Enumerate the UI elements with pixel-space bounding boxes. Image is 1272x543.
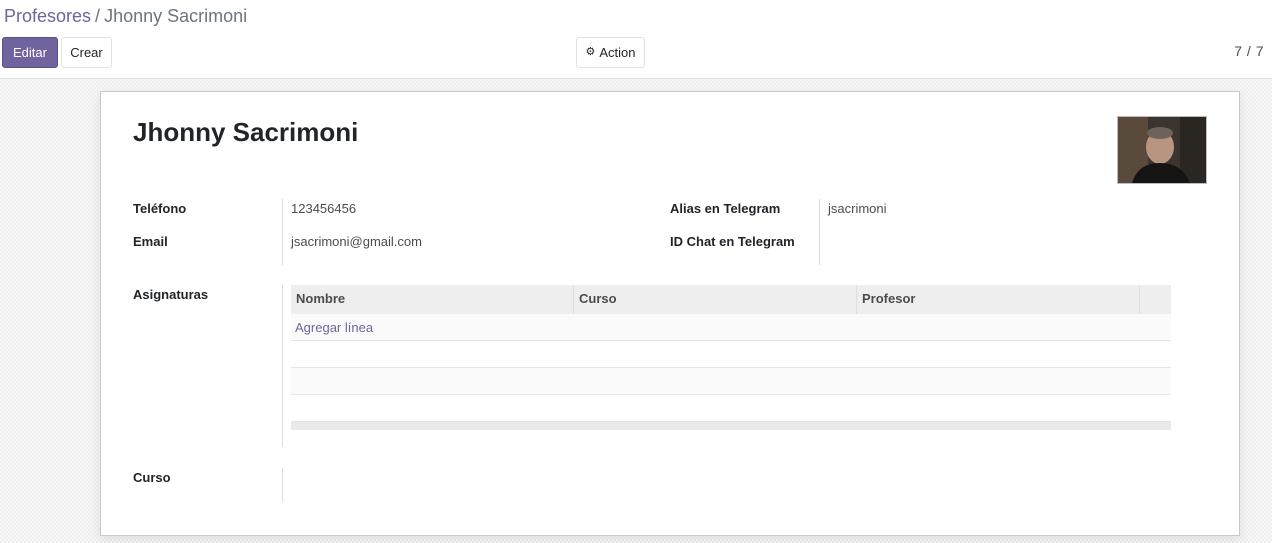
table-row	[291, 368, 1171, 395]
column-header-actions	[1140, 285, 1171, 314]
table-header: Nombre Curso Profesor	[291, 285, 1171, 314]
create-button[interactable]: Crear	[61, 37, 112, 68]
create-button-label: Crear	[70, 45, 103, 60]
field-divider	[282, 468, 283, 502]
gear-icon: ⚙	[585, 46, 596, 58]
email-label: Email	[133, 234, 168, 249]
curso-label: Curso	[133, 470, 171, 485]
form-view-area: Jhonny Sacrimoni Teléfono 123456456 Emai…	[0, 79, 1272, 543]
pager-value[interactable]: 7 / 7	[1234, 43, 1264, 59]
action-button-label: Action	[599, 45, 636, 60]
breadcrumb-parent-link[interactable]: Profesores	[4, 6, 91, 26]
field-divider	[282, 285, 283, 447]
avatar[interactable]	[1117, 116, 1207, 184]
telefono-value: 123456456	[291, 201, 357, 216]
table-row	[291, 395, 1171, 422]
telefono-label: Teléfono	[133, 201, 187, 216]
column-header-curso[interactable]: Curso	[574, 285, 857, 314]
email-value[interactable]: jsacrimoni@gmail.com	[291, 234, 422, 249]
table-footer	[291, 422, 1171, 430]
breadcrumb-separator: /	[95, 6, 101, 26]
alias-telegram-label: Alias en Telegram	[670, 201, 781, 216]
table-row	[291, 341, 1171, 368]
edit-button-label: Editar	[13, 45, 47, 60]
breadcrumb-current: Jhonny Sacrimoni	[104, 6, 248, 26]
alias-telegram-value: jsacrimoni	[828, 201, 887, 216]
asignaturas-table: Nombre Curso Profesor Agregar línea	[291, 285, 1171, 430]
record-title: Jhonny Sacrimoni	[133, 117, 359, 147]
field-divider	[282, 199, 283, 265]
control-panel: Profesores / Jhonny Sacrimoni Editar Crear…	[0, 0, 1272, 79]
column-header-profesor[interactable]: Profesor	[857, 285, 1140, 314]
table-row: Agregar línea	[291, 314, 1171, 341]
edit-button[interactable]: Editar	[2, 37, 58, 68]
breadcrumb: Profesores / Jhonny Sacrimoni	[4, 6, 247, 27]
field-divider	[819, 199, 820, 265]
avatar-photo	[1118, 117, 1206, 183]
column-header-nombre[interactable]: Nombre	[291, 285, 574, 314]
id-chat-telegram-label: ID Chat en Telegram	[670, 234, 795, 249]
asignaturas-label: Asignaturas	[133, 287, 209, 302]
action-dropdown-button[interactable]: ⚙ Action	[576, 37, 645, 68]
add-line-link[interactable]: Agregar línea	[291, 314, 1171, 335]
form-sheet: Jhonny Sacrimoni Teléfono 123456456 Emai…	[100, 91, 1240, 536]
